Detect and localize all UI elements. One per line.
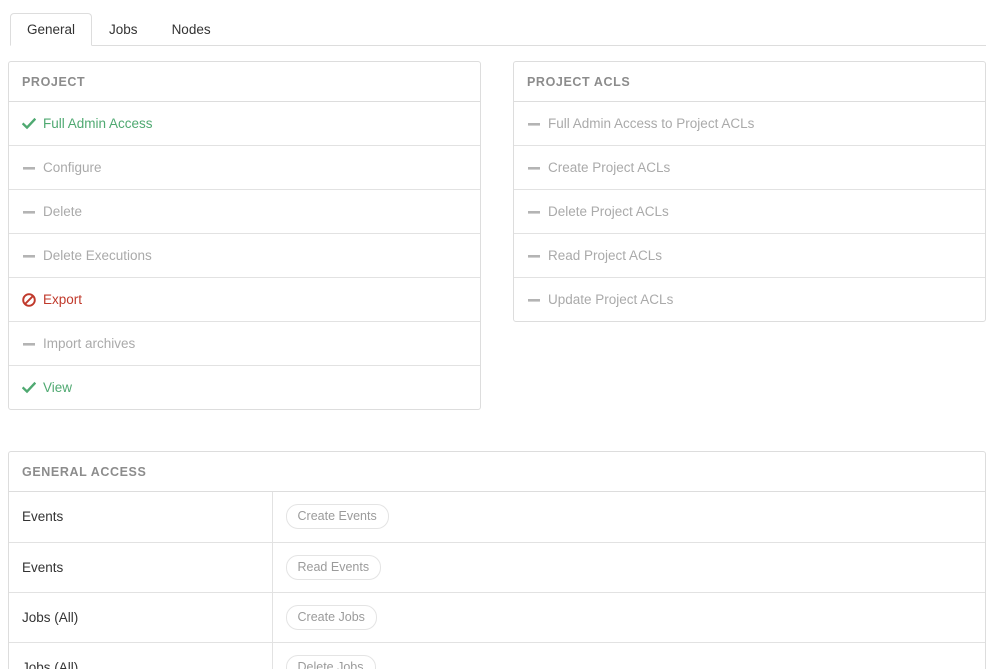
- list-item-label: Full Admin Access to Project ACLs: [548, 116, 755, 131]
- resource-cell: Jobs (All): [9, 642, 273, 669]
- table-row[interactable]: Events Create Events: [9, 492, 985, 543]
- check-icon: [22, 381, 36, 395]
- permission-badge[interactable]: Create Jobs: [285, 604, 377, 630]
- list-item-label: Full Admin Access: [43, 116, 153, 131]
- minus-icon: [527, 161, 541, 175]
- permission-cell: Create Jobs: [272, 592, 985, 643]
- list-item-label: Read Project ACLs: [548, 248, 663, 263]
- project-panel: PROJECT Full Admin Access Configure Dele…: [8, 61, 481, 410]
- list-item[interactable]: Update Project ACLs: [514, 278, 985, 321]
- table-row[interactable]: Jobs (All) Delete Jobs: [9, 642, 985, 669]
- list-item[interactable]: View: [9, 366, 480, 409]
- permission-cell: Create Events: [272, 492, 985, 543]
- minus-icon: [527, 117, 541, 131]
- project-acls-panel: PROJECT ACLS Full Admin Access to Projec…: [513, 61, 986, 322]
- list-item[interactable]: Delete Executions: [9, 234, 480, 278]
- permissions-page: General Jobs Nodes PROJECT Full Admin Ac…: [0, 0, 996, 669]
- minus-icon: [22, 161, 36, 175]
- tab-nodes[interactable]: Nodes: [155, 13, 228, 47]
- general-access-table: Events Create Events Events Read Events …: [9, 492, 985, 669]
- list-item[interactable]: Full Admin Access to Project ACLs: [514, 102, 985, 146]
- general-access-panel-title: GENERAL ACCESS: [9, 452, 985, 492]
- resource-cell: Jobs (All): [9, 592, 273, 643]
- permission-badge[interactable]: Delete Jobs: [285, 654, 376, 669]
- list-item-label: Delete: [43, 204, 83, 219]
- minus-icon: [22, 249, 36, 263]
- list-item-label: Export: [43, 292, 83, 307]
- list-item-label: Update Project ACLs: [548, 292, 674, 307]
- list-item[interactable]: Configure: [9, 146, 480, 190]
- list-item[interactable]: Delete: [9, 190, 480, 234]
- project-acls-permission-list: Full Admin Access to Project ACLs Create…: [514, 102, 985, 321]
- table-row[interactable]: Events Read Events: [9, 542, 985, 593]
- list-item[interactable]: Import archives: [9, 322, 480, 366]
- list-item[interactable]: Delete Project ACLs: [514, 190, 985, 234]
- permission-cell: Delete Jobs: [272, 642, 985, 669]
- ban-icon: [22, 293, 36, 307]
- list-item[interactable]: Export: [9, 278, 480, 322]
- project-panel-title: PROJECT: [9, 62, 480, 102]
- minus-icon: [22, 205, 36, 219]
- resource-cell: Events: [9, 492, 273, 543]
- check-icon: [22, 117, 36, 131]
- general-access-panel: GENERAL ACCESS Events Create Events Even…: [8, 451, 986, 669]
- list-item-label: Delete Executions: [43, 248, 152, 263]
- permission-badge[interactable]: Create Events: [285, 504, 389, 530]
- tab-bar: General Jobs Nodes: [10, 12, 986, 47]
- list-item-label: Create Project ACLs: [548, 160, 671, 175]
- list-item-label: Delete Project ACLs: [548, 204, 669, 219]
- minus-icon: [527, 205, 541, 219]
- list-item-label: Import archives: [43, 336, 136, 351]
- minus-icon: [527, 249, 541, 263]
- permission-badge[interactable]: Read Events: [285, 554, 382, 580]
- project-acls-panel-title: PROJECT ACLS: [514, 62, 985, 102]
- list-item-label: View: [43, 380, 73, 395]
- list-item-label: Configure: [43, 160, 102, 175]
- resource-cell: Events: [9, 542, 273, 593]
- tab-jobs[interactable]: Jobs: [92, 13, 155, 47]
- permission-cell: Read Events: [272, 542, 985, 593]
- list-item[interactable]: Read Project ACLs: [514, 234, 985, 278]
- minus-icon: [22, 337, 36, 351]
- list-item[interactable]: Full Admin Access: [9, 102, 480, 146]
- project-permission-list: Full Admin Access Configure Delete Delet…: [9, 102, 480, 409]
- tab-general[interactable]: General: [10, 12, 93, 46]
- list-item[interactable]: Create Project ACLs: [514, 146, 985, 190]
- minus-icon: [527, 293, 541, 307]
- table-row[interactable]: Jobs (All) Create Jobs: [9, 592, 985, 643]
